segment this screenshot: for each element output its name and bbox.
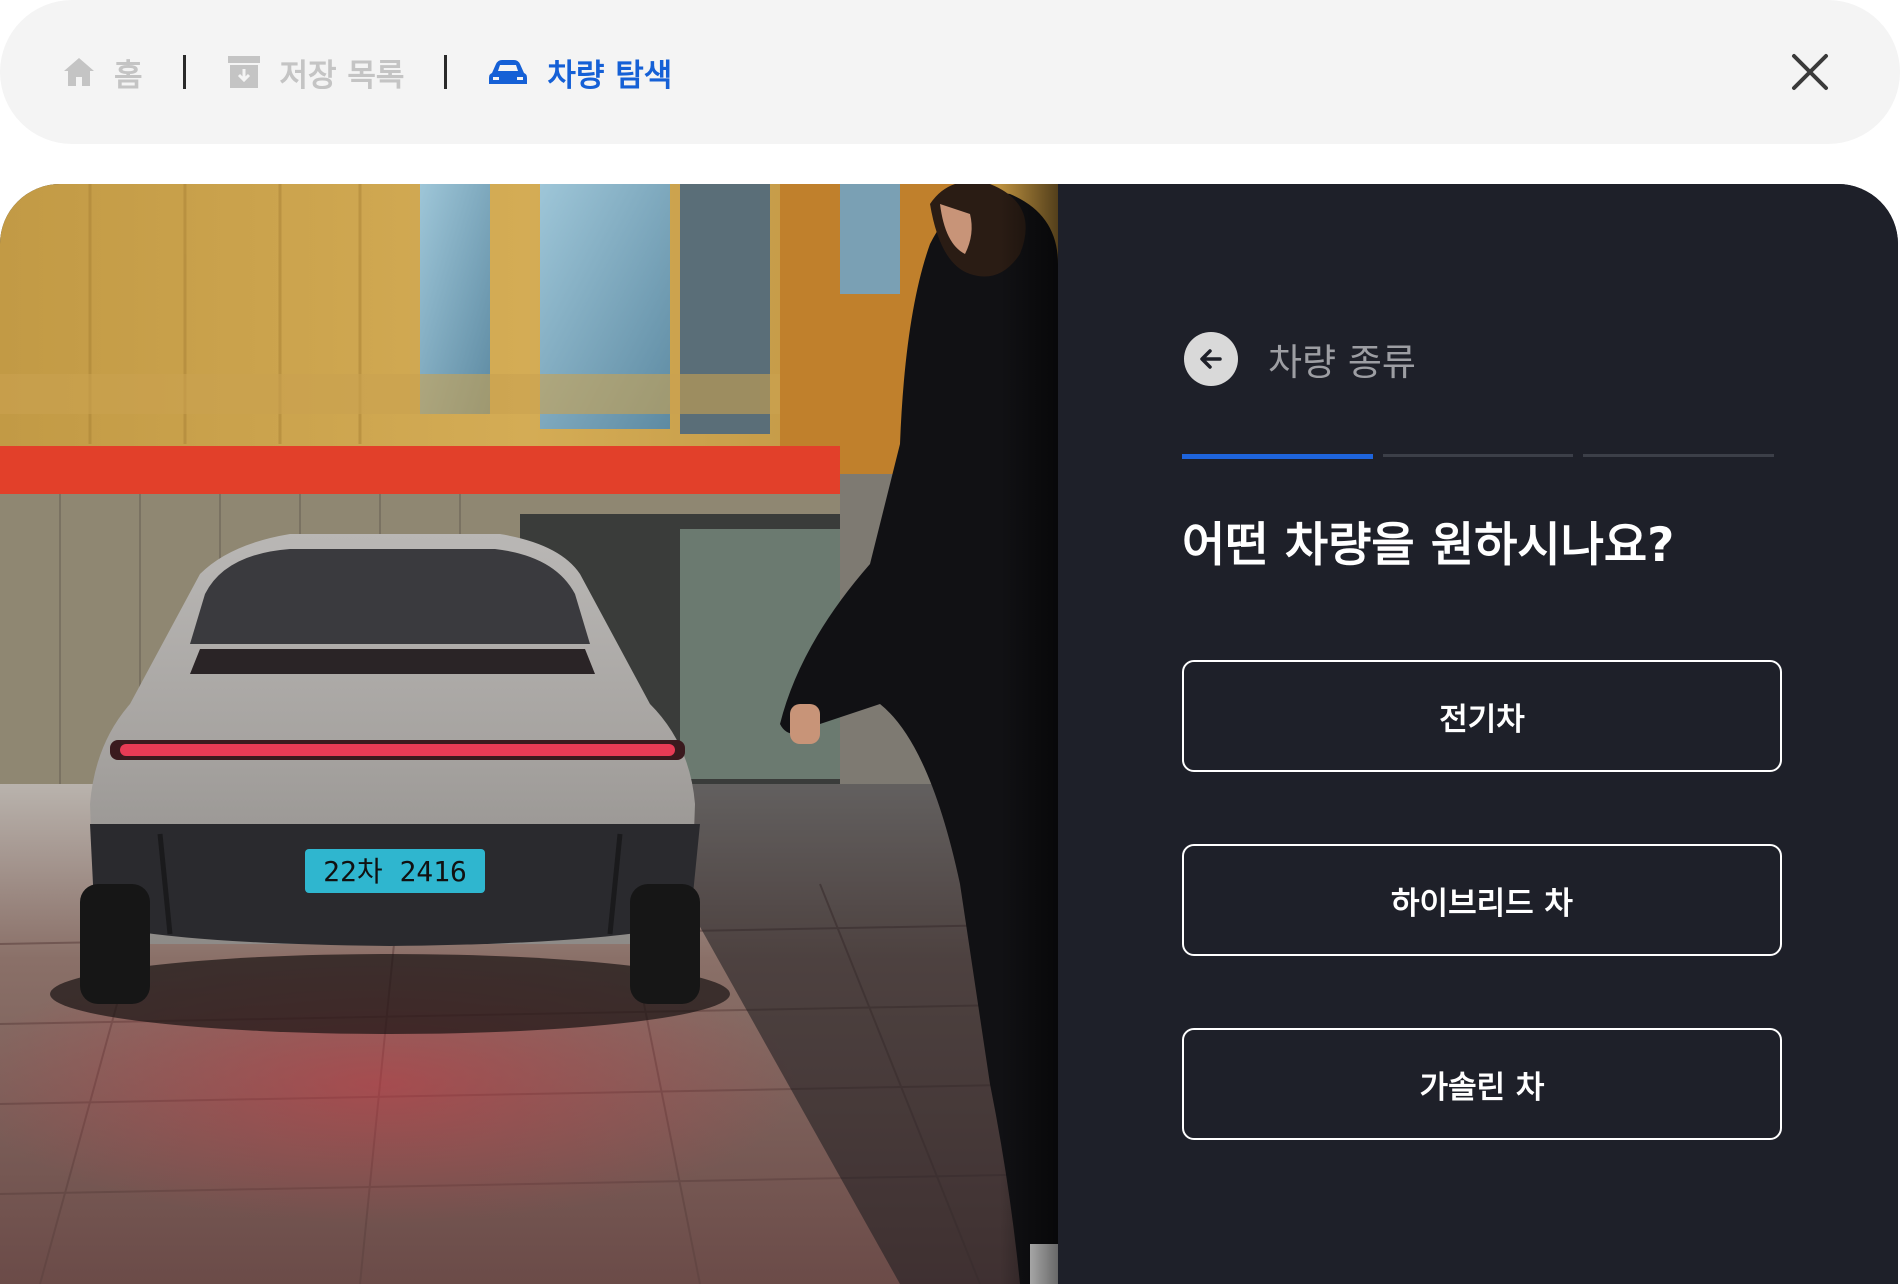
vehicle-photo: 22차 2416 [0,184,1058,1284]
home-icon [64,58,94,86]
top-navigation-bar: 홈 저장 목록 차량 탐색 [0,0,1900,144]
progress-segment-1 [1182,454,1373,459]
progress-segment-3 [1583,454,1775,457]
vehicle-finder-panel: 22차 2416 차량 종류 어떤 차량을 원하시나요? 전기차 하이브리드 차… [0,184,1898,1284]
nav-vehicle-search[interactable]: 차량 탐색 [487,50,672,95]
nav-home-label: 홈 [114,57,143,94]
option-hybrid[interactable]: 하이브리드 차 [1182,844,1782,956]
option-electric[interactable]: 전기차 [1182,660,1782,772]
nav-divider [182,55,186,89]
option-gasoline[interactable]: 가솔린 차 [1182,1028,1782,1140]
car-icon [489,60,528,84]
vehicle-type-step: 차량 종류 어떤 차량을 원하시나요? 전기차 하이브리드 차 가솔린 차 [1058,184,1898,1284]
license-plate: 22차 2416 [323,855,467,888]
nav-search-label: 차량 탐색 [547,57,673,94]
step-title: 차량 종류 [1268,341,1416,384]
step-header: 차량 종류 [1184,332,1416,386]
close-icon[interactable] [1788,50,1832,94]
arrow-left-icon [1200,349,1222,369]
question-heading: 어떤 차량을 원하시나요? [1182,518,1675,573]
nav-saved-list[interactable]: 저장 목록 [226,50,405,95]
nav-saved-label: 저장 목록 [279,57,405,94]
progress-segment-2 [1382,454,1574,457]
archive-icon [227,56,260,88]
back-button[interactable] [1184,332,1238,386]
nav-divider [444,55,448,89]
step-progress [1182,454,1775,459]
nav-home[interactable]: 홈 [62,50,143,95]
